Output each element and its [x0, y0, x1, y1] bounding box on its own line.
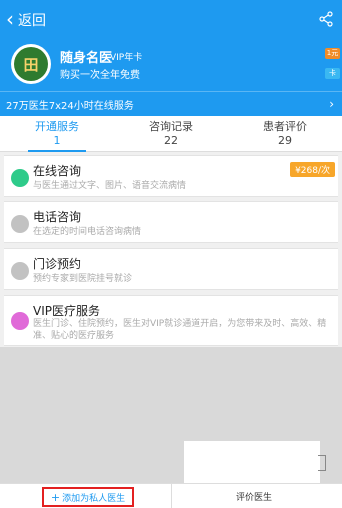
tab-count: 1	[53, 134, 61, 147]
divider	[171, 484, 172, 508]
add-private-doctor-button[interactable]: + 添加为私人医生	[42, 487, 134, 507]
badge-bottom: 卡	[325, 68, 340, 79]
vip-icon	[11, 312, 29, 330]
card-title: 随身名医	[60, 51, 113, 66]
top-bar: ‹ 返回	[0, 0, 342, 39]
bottom-bar: + 添加为私人医生 评价医生	[0, 483, 342, 508]
service-desc: 预约专家到医院挂号就诊	[33, 274, 133, 284]
avatar: 田	[11, 44, 51, 84]
card-subtitle: 购买一次全年免费	[60, 70, 140, 81]
service-desc: 在选定的时间电话咨询病情	[33, 227, 142, 237]
service-title: VIP医疗服务	[33, 304, 100, 318]
add-private-label: 添加为私人医生	[62, 493, 126, 504]
popup-box	[184, 441, 320, 483]
service-banner[interactable]: 27万医生7x24小时在线服务 ›	[0, 91, 342, 116]
tab-consult-records[interactable]: 咨询记录 22	[114, 116, 228, 151]
chevron-left-icon: ‹	[6, 6, 14, 31]
service-appointment[interactable]: 门诊预约 预约专家到医院挂号就诊	[4, 248, 338, 290]
back-button[interactable]: ‹ 返回	[0, 0, 46, 39]
service-title: 门诊预约	[33, 257, 82, 271]
service-online-consult[interactable]: 在线咨询 与医生通过文字、图片、语音交流病情 ¥268/次	[4, 155, 338, 197]
service-vip[interactable]: VIP医疗服务 医生门诊、住院预约，医生对VIP就诊通道开启，为您带来及时、高效…	[4, 295, 338, 346]
vip-tag: VIP年卡	[110, 53, 143, 63]
share-icon[interactable]	[318, 11, 334, 27]
phone-icon	[11, 215, 29, 233]
tab-label: 咨询记录	[149, 120, 193, 133]
tab-label: 患者评价	[263, 120, 307, 133]
banner-text: 27万医生7x24小时在线服务	[6, 100, 134, 112]
calendar-icon	[11, 262, 29, 280]
service-phone-consult[interactable]: 电话咨询 在选定的时间电话咨询病情	[4, 201, 338, 243]
badge-top: 1元	[325, 48, 340, 59]
service-desc: 医生门诊、住院预约，医生对VIP就诊通道开启，为您带来及时、高效、精准、贴心的医…	[33, 319, 327, 341]
chevron-right-icon: ›	[329, 97, 334, 111]
service-title: 在线咨询	[33, 164, 82, 178]
tab-label: 开通服务	[35, 120, 79, 133]
tab-reviews[interactable]: 患者评价 29	[228, 116, 342, 151]
scroll-indicator	[318, 455, 326, 471]
service-desc: 与医生通过文字、图片、语音交流病情	[33, 181, 187, 191]
tab-bar: 开通服务 1 咨询记录 22 患者评价 29	[0, 116, 342, 152]
tab-count: 29	[278, 134, 292, 147]
tab-count: 22	[164, 134, 178, 147]
price-badge: ¥268/次	[290, 162, 335, 177]
rate-doctor-button[interactable]: 评价医生	[236, 490, 272, 503]
doctor-card[interactable]: 田 随身名医 VIP年卡 购买一次全年免费 1元 卡	[0, 39, 342, 91]
plus-icon: +	[50, 490, 61, 504]
logo-icon: 田	[14, 47, 48, 81]
back-label: 返回	[18, 12, 46, 29]
tab-services[interactable]: 开通服务 1	[0, 116, 114, 152]
service-title: 电话咨询	[33, 210, 82, 224]
chat-icon	[11, 169, 29, 187]
